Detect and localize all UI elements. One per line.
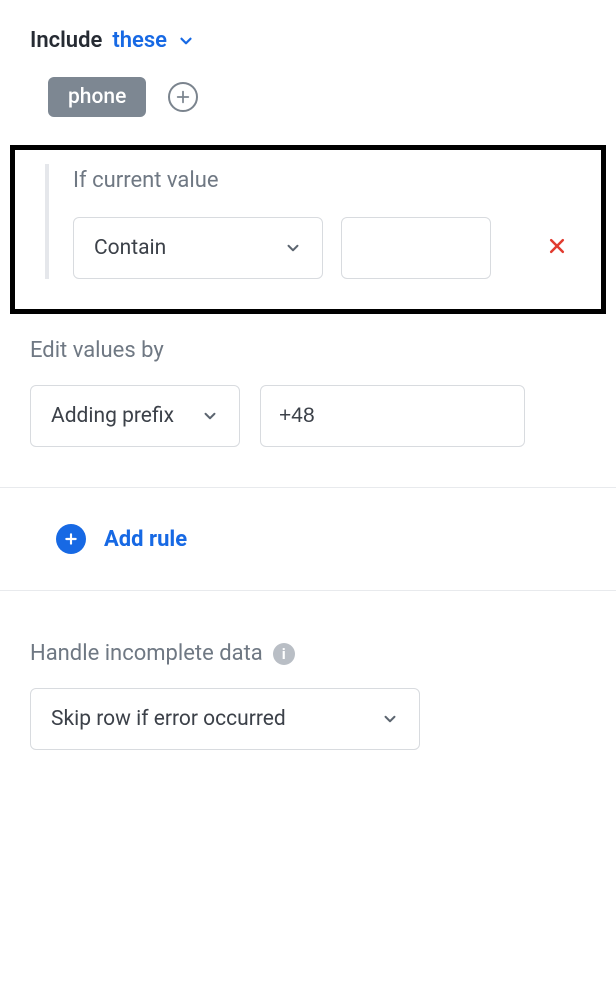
include-scope-link[interactable]: these bbox=[112, 28, 195, 53]
condition-operator-value: Contain bbox=[94, 236, 166, 260]
error-handling-select[interactable]: Skip row if error occurred bbox=[30, 688, 420, 750]
condition-block: If current value Contain bbox=[10, 145, 606, 314]
condition-operator-select[interactable]: Contain bbox=[73, 217, 323, 279]
include-label: Include bbox=[30, 28, 102, 53]
chevron-down-icon bbox=[284, 239, 302, 257]
include-scope-text: these bbox=[112, 28, 167, 53]
edit-values-label: Edit values by bbox=[30, 338, 586, 363]
error-handling-value: Skip row if error occurred bbox=[51, 707, 286, 731]
edit-mode-value: Adding prefix bbox=[51, 404, 174, 428]
field-chip-phone[interactable]: phone bbox=[48, 77, 146, 117]
condition-label: If current value bbox=[73, 164, 571, 193]
remove-condition-button[interactable] bbox=[543, 235, 571, 261]
chevron-down-icon bbox=[177, 32, 195, 50]
edit-mode-select[interactable]: Adding prefix bbox=[30, 385, 240, 447]
plus-circle-icon bbox=[56, 524, 86, 554]
chevron-down-icon bbox=[201, 407, 219, 425]
add-field-button[interactable] bbox=[168, 82, 198, 112]
condition-value-input[interactable] bbox=[341, 217, 491, 279]
chevron-down-icon bbox=[381, 710, 399, 728]
info-icon[interactable]: i bbox=[273, 643, 295, 665]
close-icon bbox=[547, 236, 567, 256]
edit-value-input[interactable] bbox=[260, 385, 525, 447]
add-rule-label: Add rule bbox=[104, 527, 187, 552]
plus-icon bbox=[175, 89, 191, 105]
handle-incomplete-label: Handle incomplete data bbox=[30, 641, 263, 666]
add-rule-button[interactable]: Add rule bbox=[30, 488, 586, 590]
